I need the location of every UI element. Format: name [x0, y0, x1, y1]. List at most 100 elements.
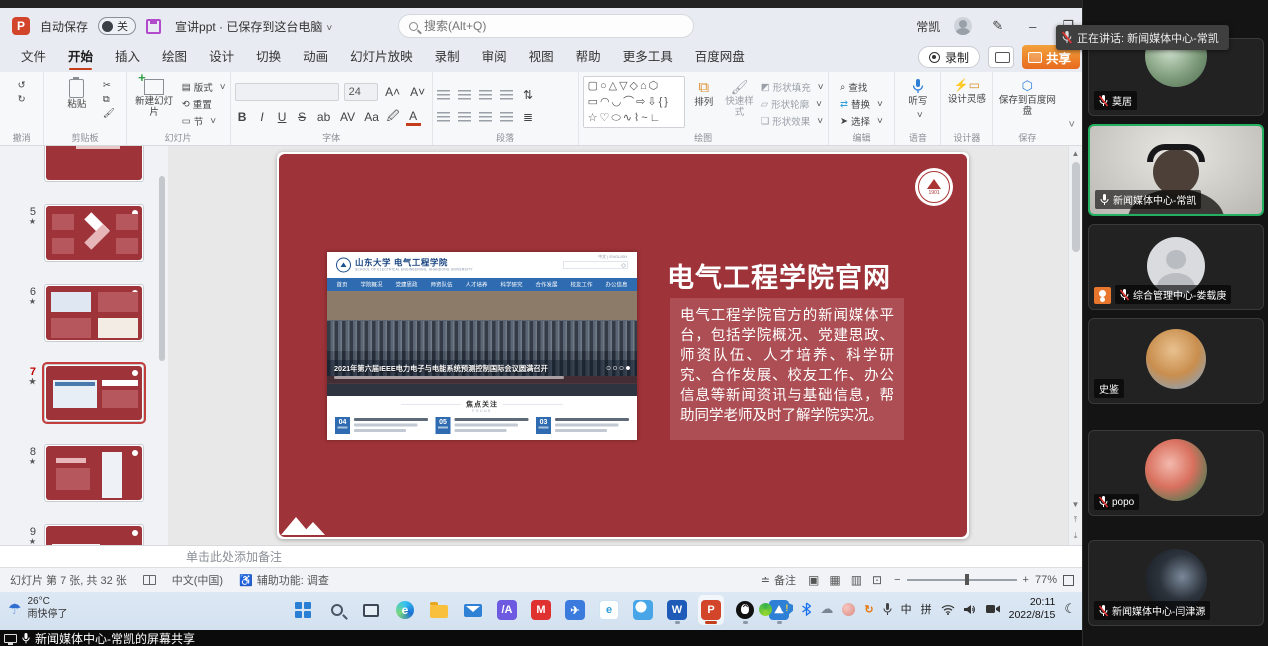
copy-button[interactable] — [103, 94, 115, 105]
redo-button[interactable] — [18, 94, 26, 105]
slide-sorter-view-button[interactable] — [829, 573, 840, 587]
shape-fill-button[interactable]: 形状填充 — [761, 80, 824, 94]
underline-button[interactable] — [275, 110, 290, 124]
taskbar-search-button[interactable] — [324, 595, 350, 625]
columns-icon[interactable] — [521, 110, 536, 124]
save-to-baidu-button[interactable]: 保存到百度网盘 — [997, 76, 1057, 131]
paste-button[interactable]: 粘贴 — [55, 76, 99, 131]
vertical-scrollbar[interactable] — [1068, 146, 1082, 545]
security-shield-icon[interactable] — [781, 603, 793, 616]
bullets-icon[interactable] — [437, 90, 450, 100]
align-left-icon[interactable] — [437, 112, 450, 122]
font-size-box[interactable]: 24 — [344, 83, 378, 101]
shrink-font-icon[interactable] — [408, 85, 428, 99]
strikethrough-button[interactable] — [295, 110, 310, 124]
cloud-icon[interactable] — [820, 601, 833, 617]
cut-button[interactable] — [103, 80, 115, 91]
font-name-box[interactable] — [235, 83, 339, 101]
focus-assist-icon[interactable] — [1064, 601, 1076, 617]
highlight-button[interactable] — [386, 107, 401, 128]
next-slide-button[interactable] — [1069, 531, 1082, 541]
tab-help[interactable]: 帮助 — [565, 41, 612, 72]
thumbnail-scrollbar[interactable] — [159, 176, 165, 361]
layout-button[interactable]: 版式 — [182, 80, 226, 94]
new-slide-button[interactable]: 新建幻灯片 — [131, 76, 178, 131]
scroll-down-icon[interactable] — [1069, 500, 1082, 509]
tab-file[interactable]: 文件 — [10, 41, 57, 72]
red-app-button[interactable]: M — [528, 595, 554, 625]
notes-toggle[interactable]: 备注 — [761, 572, 796, 588]
accessibility-status[interactable]: 辅助功能: 调查 — [257, 572, 329, 588]
language-indicator[interactable]: 中文(中国) — [172, 572, 223, 588]
find-button[interactable]: 查找 — [840, 80, 883, 94]
sync-icon[interactable] — [864, 603, 873, 616]
line-spacing-icon[interactable] — [521, 88, 536, 102]
justify-icon[interactable] — [500, 112, 513, 122]
tab-slideshow[interactable]: 幻灯片放映 — [339, 41, 424, 72]
record-button[interactable]: 录制 — [918, 46, 980, 68]
thumbnail-slide-7-selected[interactable]: 7★ — [0, 364, 168, 422]
scroll-up-icon[interactable] — [1072, 149, 1080, 158]
tab-record[interactable]: 录制 — [424, 41, 471, 72]
undo-button[interactable] — [18, 80, 26, 91]
tray-avatar-icon[interactable] — [842, 603, 855, 616]
tab-design[interactable]: 设计 — [198, 41, 245, 72]
slide-body-textbox[interactable]: 电气工程学院官方的新闻媒体平台，包括学院概况、党建思政、师资队伍、人才培养、科学… — [670, 298, 904, 440]
tab-insert[interactable]: 插入 — [104, 41, 151, 72]
participant-tile[interactable]: 综合管理中心-娄载庚 — [1088, 224, 1264, 310]
word-button[interactable]: W — [664, 595, 690, 625]
indent-decrease-icon[interactable] — [479, 90, 492, 100]
arrange-button[interactable]: 排列 — [689, 76, 718, 131]
ime-language[interactable]: 中 — [901, 601, 912, 617]
mail-button[interactable] — [460, 595, 486, 625]
participant-tile[interactable]: 新闻媒体中心-闫津源 — [1088, 540, 1264, 626]
tray-mic-icon[interactable] — [883, 603, 892, 616]
thumbnail-slide-8[interactable]: 8★ — [0, 444, 168, 502]
zoom-level[interactable]: 77% — [1035, 574, 1057, 586]
reset-button[interactable]: 重置 — [182, 97, 226, 111]
shape-outline-button[interactable]: 形状轮廓 — [761, 97, 824, 111]
search-box[interactable] — [398, 14, 694, 38]
participant-tile-speaking[interactable]: 新闻媒体中心-常凯 — [1088, 124, 1264, 216]
thumbnail-slide-6[interactable]: 6★ — [0, 284, 168, 342]
camera-icon[interactable] — [986, 604, 1000, 614]
quick-styles-button[interactable]: 快速样式 — [722, 76, 757, 131]
tab-draw[interactable]: 绘图 — [151, 41, 198, 72]
slideshow-button[interactable] — [872, 573, 882, 587]
notes-bar[interactable]: 单击此处添加备注 — [0, 545, 1082, 567]
zoom-out-button[interactable] — [894, 574, 900, 586]
zoom-slider[interactable] — [907, 579, 1017, 581]
volume-icon[interactable] — [964, 604, 977, 615]
align-center-icon[interactable] — [458, 112, 471, 122]
tab-baidu-pan[interactable]: 百度网盘 — [684, 41, 756, 72]
collapse-ribbon-icon[interactable] — [1068, 119, 1074, 131]
thumbnail-slide-9[interactable]: 9★ — [0, 524, 168, 545]
ime-mode[interactable]: 拼 — [921, 601, 932, 617]
bluetooth-icon[interactable] — [802, 602, 811, 616]
bold-button[interactable] — [235, 110, 250, 124]
normal-view-button[interactable] — [808, 573, 819, 587]
task-view-button[interactable] — [358, 595, 384, 625]
italic-button[interactable] — [255, 110, 270, 124]
tab-home[interactable]: 开始 — [57, 41, 104, 72]
zoom-slider-thumb[interactable] — [965, 574, 969, 585]
tray-green-icon[interactable] — [759, 603, 772, 616]
thumbnail-slide-4[interactable] — [0, 146, 168, 182]
thumbnail-slide-5[interactable]: 5★ — [0, 204, 168, 262]
powerpoint-taskbar-button[interactable]: P — [698, 595, 724, 625]
autosave-toggle[interactable]: 关 — [98, 17, 136, 35]
pen-icon[interactable] — [986, 18, 1009, 34]
previous-slide-button[interactable] — [1069, 515, 1082, 525]
minimize-button[interactable] — [1023, 19, 1042, 34]
slide-7[interactable]: 1901 电气工程学院官网 电气工程学院官方的新闻媒体平台，包括学院概况、党建思… — [277, 152, 969, 539]
purple-app-button[interactable]: /A — [494, 595, 520, 625]
spellcheck-icon[interactable] — [143, 575, 156, 585]
replace-button[interactable]: 替换 — [840, 97, 883, 111]
tab-review[interactable]: 审阅 — [471, 41, 518, 72]
indent-increase-icon[interactable] — [500, 90, 513, 100]
change-case-button[interactable] — [363, 110, 381, 124]
participant-tile[interactable]: 史鉴 — [1088, 318, 1264, 404]
browser-circle-button[interactable] — [630, 595, 656, 625]
tab-animations[interactable]: 动画 — [292, 41, 339, 72]
font-color-button[interactable] — [406, 109, 421, 126]
